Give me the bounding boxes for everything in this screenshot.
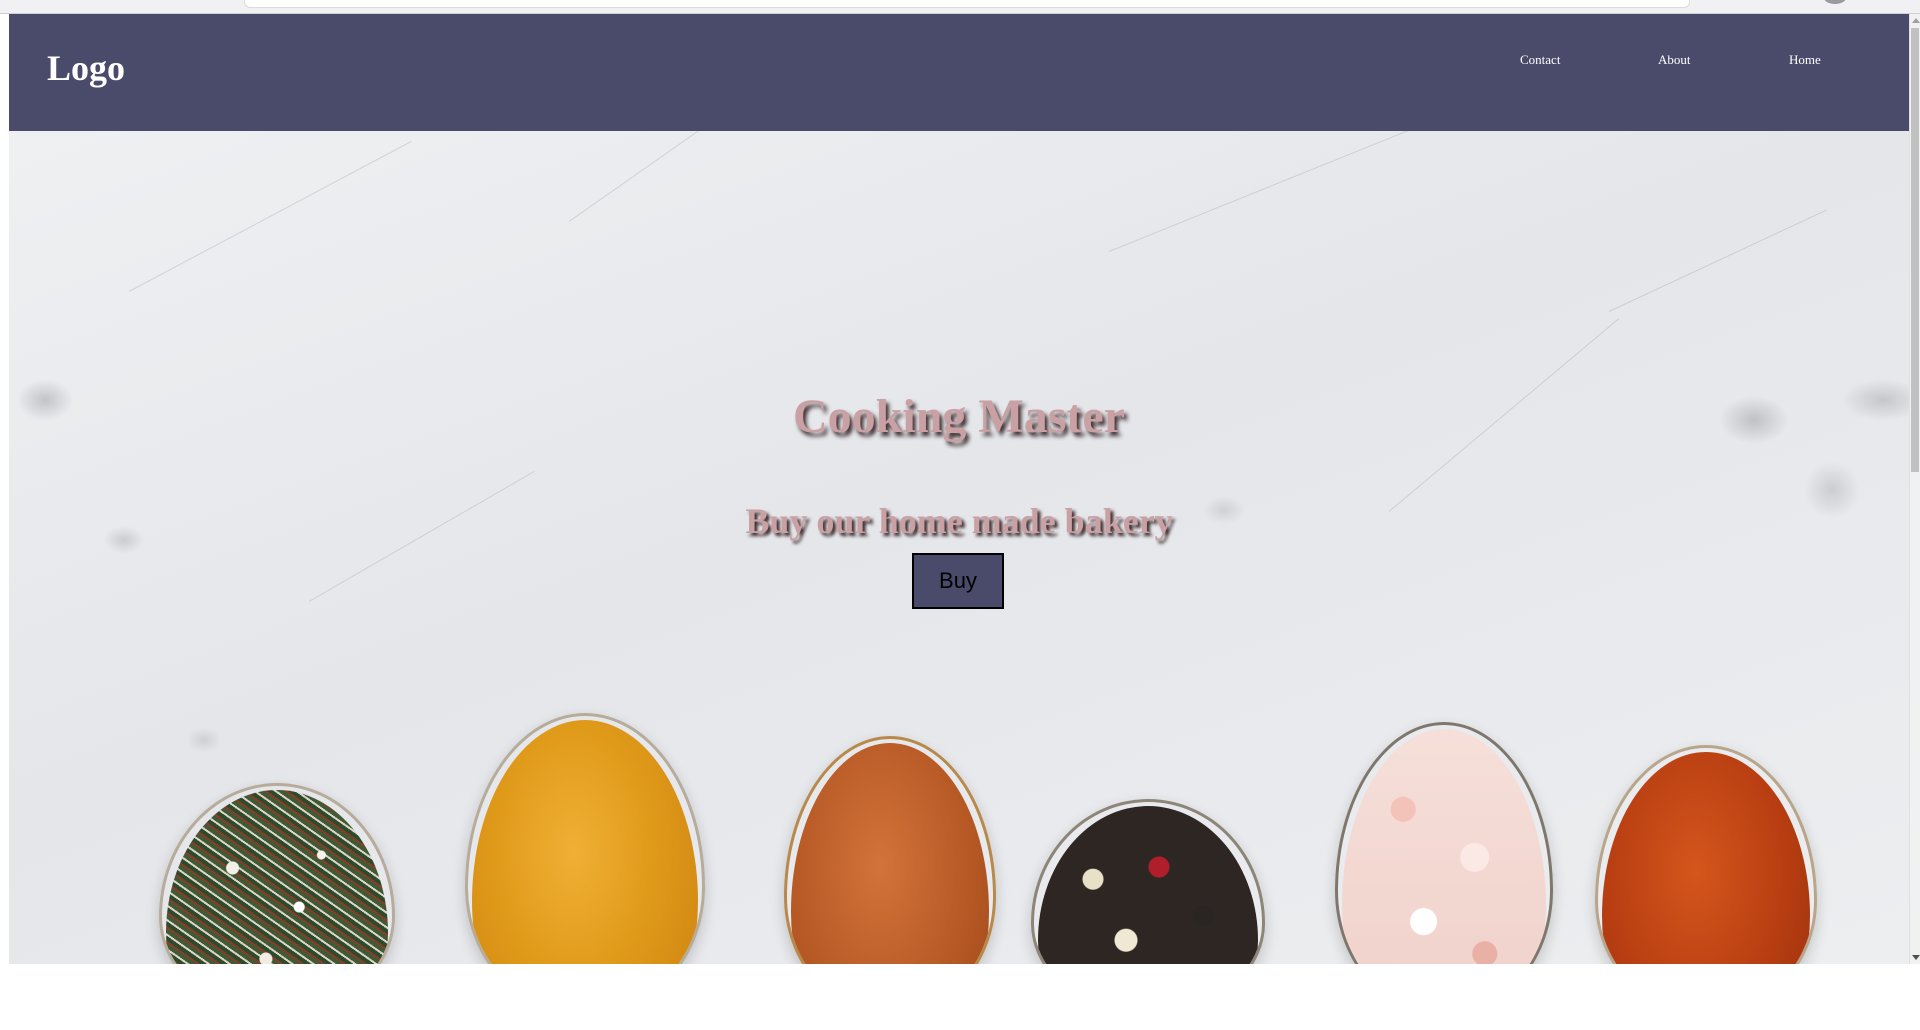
nav-link-home[interactable]: Home	[1789, 52, 1821, 68]
spoon-paprika-image	[1595, 745, 1817, 964]
marble-vein	[128, 140, 412, 292]
spoon-salt-image	[1335, 722, 1553, 964]
spoon-herbs-image	[159, 783, 395, 964]
browser-chrome	[0, 0, 1920, 14]
scroll-up-arrow-icon[interactable]	[1912, 18, 1920, 23]
buy-button[interactable]: Buy	[912, 553, 1004, 609]
navbar: Logo Contact About Home	[9, 14, 1909, 131]
scroll-down-arrow-icon[interactable]	[1912, 955, 1920, 960]
vertical-scrollbar[interactable]	[1909, 14, 1920, 964]
spoon-turmeric-image	[465, 713, 705, 964]
page-viewport: Logo Contact About Home Cooking Master B…	[9, 14, 1909, 964]
nav-link-about[interactable]: About	[1658, 52, 1691, 68]
marble-vein	[1608, 209, 1827, 312]
nav-link-contact[interactable]: Contact	[1520, 52, 1560, 68]
hero-subtitle: Buy our home made bakery	[745, 501, 1173, 541]
scrollbar-thumb[interactable]	[1911, 28, 1919, 472]
hero-section: Cooking Master Buy our home made bakery …	[9, 60, 1909, 964]
spoon-peppercorn-image	[1031, 799, 1265, 964]
profile-icon[interactable]	[1824, 0, 1846, 4]
address-bar[interactable]	[244, 0, 1690, 8]
hero-title: Cooking Master	[793, 390, 1125, 443]
spoon-spice-image	[784, 736, 996, 964]
logo[interactable]: Logo	[47, 50, 125, 86]
marble-vein	[1108, 116, 1443, 252]
